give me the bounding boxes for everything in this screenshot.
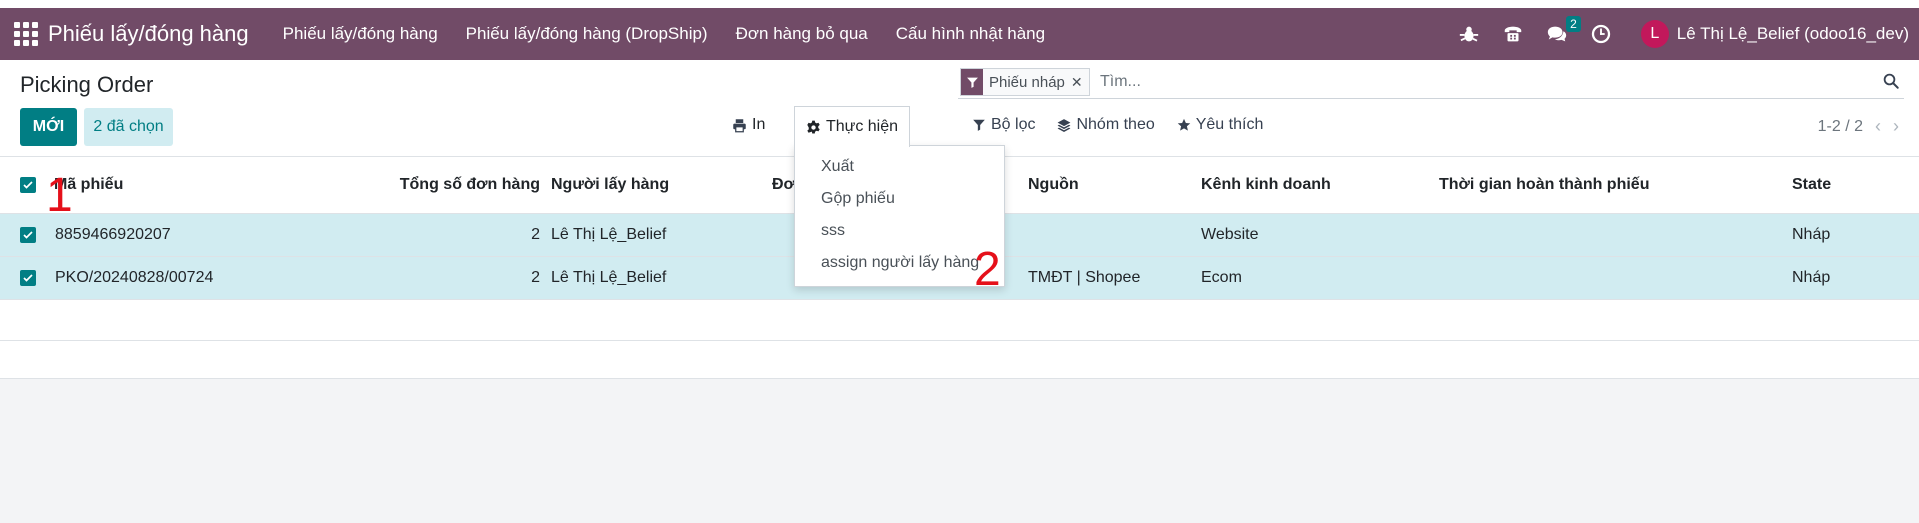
apps-grid-icon[interactable] (14, 22, 38, 46)
row-checkbox[interactable] (20, 270, 36, 286)
cell-state: Nháp (1792, 269, 1831, 286)
page-title: Picking Order (20, 72, 154, 97)
main-navbar: Phiếu lấy/đóng hàng Phiếu lấy/đóng hàng … (0, 8, 1919, 60)
menu-item-sss[interactable]: sss (821, 222, 845, 240)
cell-total: 2 (531, 226, 540, 243)
cell-picker: Lê Thị Lệ_Belief (551, 269, 667, 286)
search-facet[interactable]: Phiếu nháp ✕ (960, 68, 1090, 96)
col-header-picker[interactable]: Người lấy hàng (551, 157, 669, 213)
cell-source: TMĐT | Shopee (1028, 269, 1141, 286)
cell-picker: Lê Thị Lệ_Belief (551, 226, 667, 243)
app-brand[interactable]: Phiếu lấy/đóng hàng (48, 21, 249, 47)
bug-icon[interactable] (1453, 18, 1485, 50)
phone-icon[interactable] (1497, 18, 1529, 50)
printer-icon (733, 118, 746, 132)
facet-remove-icon[interactable]: ✕ (1070, 69, 1089, 95)
col-header-channel[interactable]: Kênh kinh doanh (1201, 157, 1331, 213)
cell-channel: Website (1201, 226, 1259, 243)
user-avatar[interactable]: L (1640, 20, 1669, 48)
annotation-number-2: 2 (974, 243, 1001, 296)
print-button[interactable]: In (732, 116, 765, 134)
filter-dropdown-button[interactable]: Bộ lọc (972, 116, 1035, 134)
groupby-dropdown-button[interactable]: Nhóm theo (1057, 116, 1155, 134)
groupby-label: Nhóm theo (1076, 116, 1155, 133)
clock-icon[interactable] (1585, 18, 1617, 50)
action-label: Thực hiện (825, 118, 899, 135)
pager-value[interactable]: 1-2 / 2 (1818, 118, 1863, 136)
star-icon (1177, 118, 1190, 131)
selected-count-button[interactable]: 2 đã chọn (84, 108, 173, 146)
search-icon[interactable] (1878, 68, 1904, 94)
gear-icon (807, 120, 820, 133)
cell-state: Nháp (1792, 226, 1831, 243)
checkmark-icon (23, 274, 33, 282)
layers-icon (1058, 119, 1071, 132)
top-strip (0, 0, 1919, 8)
filter-label: Bộ lọc (991, 116, 1036, 133)
facet-value: Phiếu nháp (983, 69, 1071, 95)
menu-item-assign-picker[interactable]: assign người lấy hàng (821, 254, 979, 272)
chat-icon[interactable]: 2 (1541, 16, 1581, 50)
search-options: Bộ lọc Nhóm theo Yêu thích (972, 116, 1263, 134)
search-bar: Phiếu nháp ✕ (958, 64, 1904, 99)
navbar-systray: 2 L Lê Thị Lệ_Belief (odoo16_dev) (1447, 8, 1909, 60)
user-name[interactable]: Lê Thị Lệ_Belief (odoo16_dev) (1677, 24, 1909, 44)
row-checkbox[interactable] (20, 227, 36, 243)
checkmark-icon (23, 181, 33, 189)
col-header-done-time[interactable]: Thời gian hoàn thành phiếu (1439, 157, 1649, 213)
pager: 1-2 / 2 ‹ › (1818, 116, 1899, 137)
menu-config[interactable]: Cấu hình nhật hàng (882, 24, 1059, 44)
checkmark-icon (23, 231, 33, 239)
menu-item-export[interactable]: Xuất (821, 158, 854, 176)
annotation-number-1: 1 (46, 169, 73, 222)
select-all-checkbox[interactable] (20, 177, 36, 193)
menu-picking[interactable]: Phiếu lấy/đóng hàng (269, 24, 452, 44)
cell-channel: Ecom (1201, 269, 1242, 286)
pager-next-icon[interactable]: › (1893, 116, 1899, 137)
pager-previous-icon[interactable]: ‹ (1875, 116, 1881, 137)
menu-dropship[interactable]: Phiếu lấy/đóng hàng (DropShip) (452, 24, 722, 44)
favorite-label: Yêu thích (1195, 116, 1264, 133)
filter-icon (961, 69, 983, 95)
menu-item-merge[interactable]: Gộp phiếu (821, 190, 895, 208)
print-label: In (752, 116, 766, 133)
col-header-source[interactable]: Nguồn (1028, 157, 1079, 213)
empty-row (0, 341, 1919, 379)
menu-skipped-orders[interactable]: Đơn hàng bỏ qua (722, 24, 882, 44)
cell-total: 2 (531, 269, 540, 286)
search-input[interactable] (1098, 68, 1802, 96)
control-panel: Picking Order MỚI 2 đã chọn In Thực hiện… (0, 60, 1919, 156)
favorite-dropdown-button[interactable]: Yêu thích (1177, 116, 1264, 134)
funnel-icon (973, 119, 985, 131)
cell-code: PKO/20240828/00724 (55, 269, 214, 286)
message-count-badge: 2 (1566, 16, 1581, 32)
col-header-total[interactable]: Tổng số đơn hàng (380, 157, 540, 213)
empty-row (0, 300, 1919, 341)
new-button[interactable]: MỚI (20, 108, 77, 146)
col-header-state[interactable]: State (1792, 157, 1831, 213)
action-menu-button[interactable]: Thực hiện (794, 106, 910, 147)
